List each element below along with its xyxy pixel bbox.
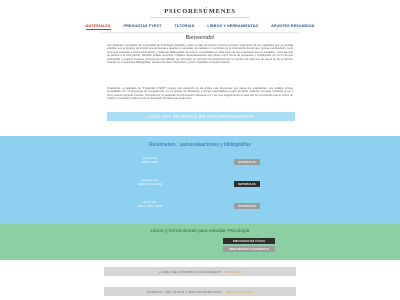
herramientas-button[interactable]: HERRAMIENTAS ACADÉMICAS	[223, 246, 275, 252]
exam-guide-bar[interactable]: ¿CÓMO ME INSCRIBO A UN EXAMEN? - PDF GUÍ…	[104, 267, 296, 276]
intro-paragraph-2: Finalmente, el apartado de "Preguntas FY…	[107, 87, 293, 101]
materiales-button-3[interactable]: MATERIALES	[234, 203, 260, 209]
year-label-3: Tercer año (2021, 2022, 2023)	[130, 200, 170, 208]
exam-guide-link[interactable]: - PDF GUÍA	[223, 270, 242, 274]
books-title: Libros y herramientas para estudiar Psic…	[150, 229, 250, 234]
main-nav: MATERIALES PREGUNTAS FYEST TUTORÍAS LIBR…	[0, 24, 400, 31]
nav-item-apuntes[interactable]: APUNTES RESUMIDOS	[271, 24, 314, 30]
welcome-title: Bienvenido!	[185, 35, 215, 41]
nav-item-libros[interactable]: LIBROS Y HERRAMIENTAS	[207, 24, 258, 30]
nav-item-materiales[interactable]: MATERIALES	[85, 24, 111, 31]
materiales-button-2[interactable]: MATERIALES	[234, 181, 260, 187]
year-label-1: Primer año (2020, 2021)	[130, 156, 170, 164]
year-label-3-years: (2021, 2022, 2023)	[137, 203, 163, 208]
year-label-2: Segundo año (2020, 2021, 2022)	[130, 178, 170, 186]
intro-paragraph-1: Soy Alejandro, estudiante de la Facultad…	[107, 44, 293, 65]
exam-guide-label: ¿CÓMO ME INSCRIBO A UN EXAMEN?	[158, 269, 221, 274]
schedule-bar[interactable]: HORARIO, AÑO, ETAPA Y MAS INFORMACIÓN - …	[104, 287, 296, 296]
year-label-2-years: (2020, 2021, 2022)	[137, 181, 163, 186]
resources-section	[0, 136, 400, 224]
materiales-button-1[interactable]: MATERIALES	[234, 159, 260, 165]
nav-item-preguntas[interactable]: PREGUNTAS FYEST	[124, 24, 162, 30]
nav-item-tutorias[interactable]: TUTORÍAS	[175, 24, 195, 30]
resources-title: Resúmenes , autoevaluaciones y bibliogra…	[148, 142, 251, 148]
schedule-label: HORARIO, AÑO, ETAPA Y MAS INFORMACIÓN	[146, 289, 222, 294]
site-title: PSICORESÚMENES	[164, 8, 236, 15]
schedule-link[interactable]: - ARCHIVOS PDFS	[223, 290, 253, 294]
year-label-1-years: (2020, 2021)	[141, 159, 159, 164]
news-button[interactable]: ¿QUÉ HAY DE NUEVO EN PSICORESÚMENES?	[107, 112, 295, 121]
nav-divider	[100, 32, 300, 33]
title-divider	[150, 17, 250, 18]
bibliografias-button[interactable]: BIBLIOGRAFÍAS ÚTILES	[223, 238, 275, 244]
